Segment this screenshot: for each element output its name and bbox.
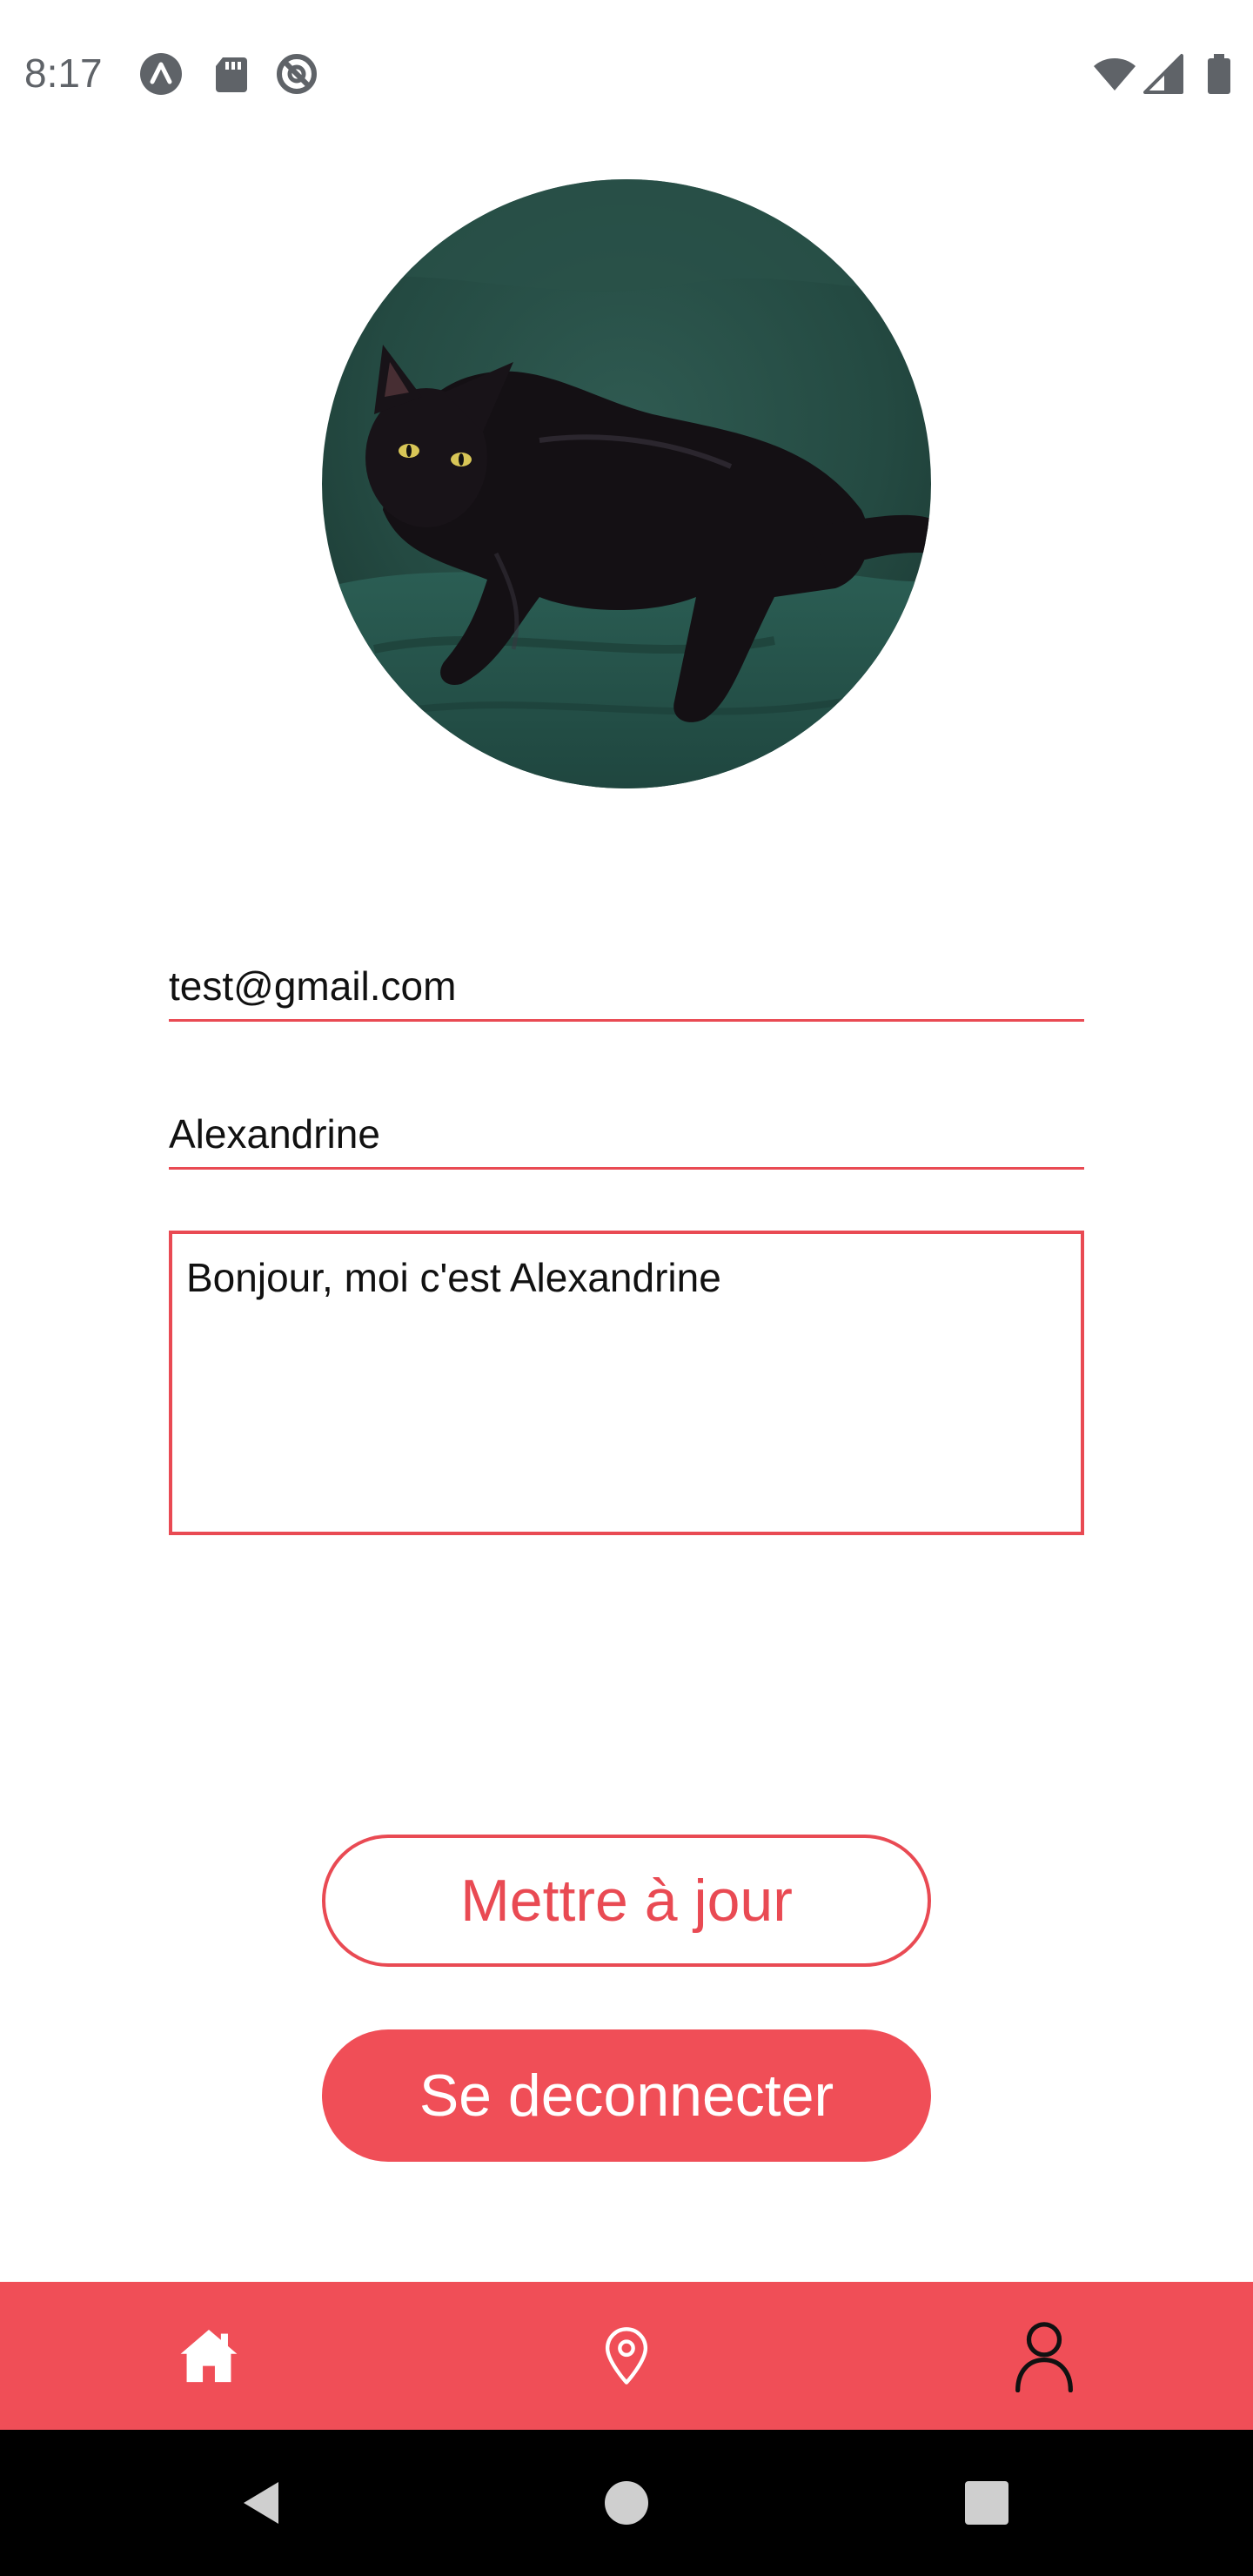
location-pin-icon xyxy=(605,2327,648,2385)
do-not-disturb-icon xyxy=(277,54,317,94)
nav-back-button[interactable] xyxy=(131,2430,392,2576)
logout-button-label: Se deconnecter xyxy=(419,2063,834,2129)
nav-recents-button[interactable] xyxy=(856,2430,1117,2576)
update-button-label: Mettre à jour xyxy=(460,1868,793,1934)
system-nav-bar xyxy=(0,2430,1253,2576)
update-button[interactable]: Mettre à jour xyxy=(322,1835,931,1967)
status-time: 8:17 xyxy=(24,50,103,96)
home-icon xyxy=(180,2329,238,2383)
tab-home[interactable] xyxy=(0,2282,418,2430)
bottom-tab-bar xyxy=(0,2282,1253,2430)
back-icon xyxy=(244,2482,278,2524)
tab-location[interactable] xyxy=(418,2282,835,2430)
app-logo-icon xyxy=(140,53,182,95)
logout-button[interactable]: Se deconnecter xyxy=(322,2029,931,2162)
email-field[interactable] xyxy=(169,952,1084,1022)
sd-card-icon xyxy=(216,57,247,92)
battery-icon xyxy=(1208,54,1230,94)
cell-signal-icon xyxy=(1143,54,1183,94)
tab-profile[interactable] xyxy=(835,2282,1253,2430)
black-cat-photo xyxy=(322,179,931,788)
recents-icon xyxy=(965,2481,1008,2525)
status-bar: 8:17 xyxy=(0,0,1253,148)
wifi-icon xyxy=(1094,58,1136,91)
bio-textarea[interactable]: Bonjour, moi c'est Alexandrine xyxy=(169,1231,1084,1535)
profile-avatar[interactable] xyxy=(322,179,931,788)
user-icon xyxy=(1015,2322,1073,2392)
nav-home-button[interactable] xyxy=(496,2430,757,2576)
name-field[interactable] xyxy=(169,1100,1084,1170)
home-circle-icon xyxy=(605,2481,648,2525)
